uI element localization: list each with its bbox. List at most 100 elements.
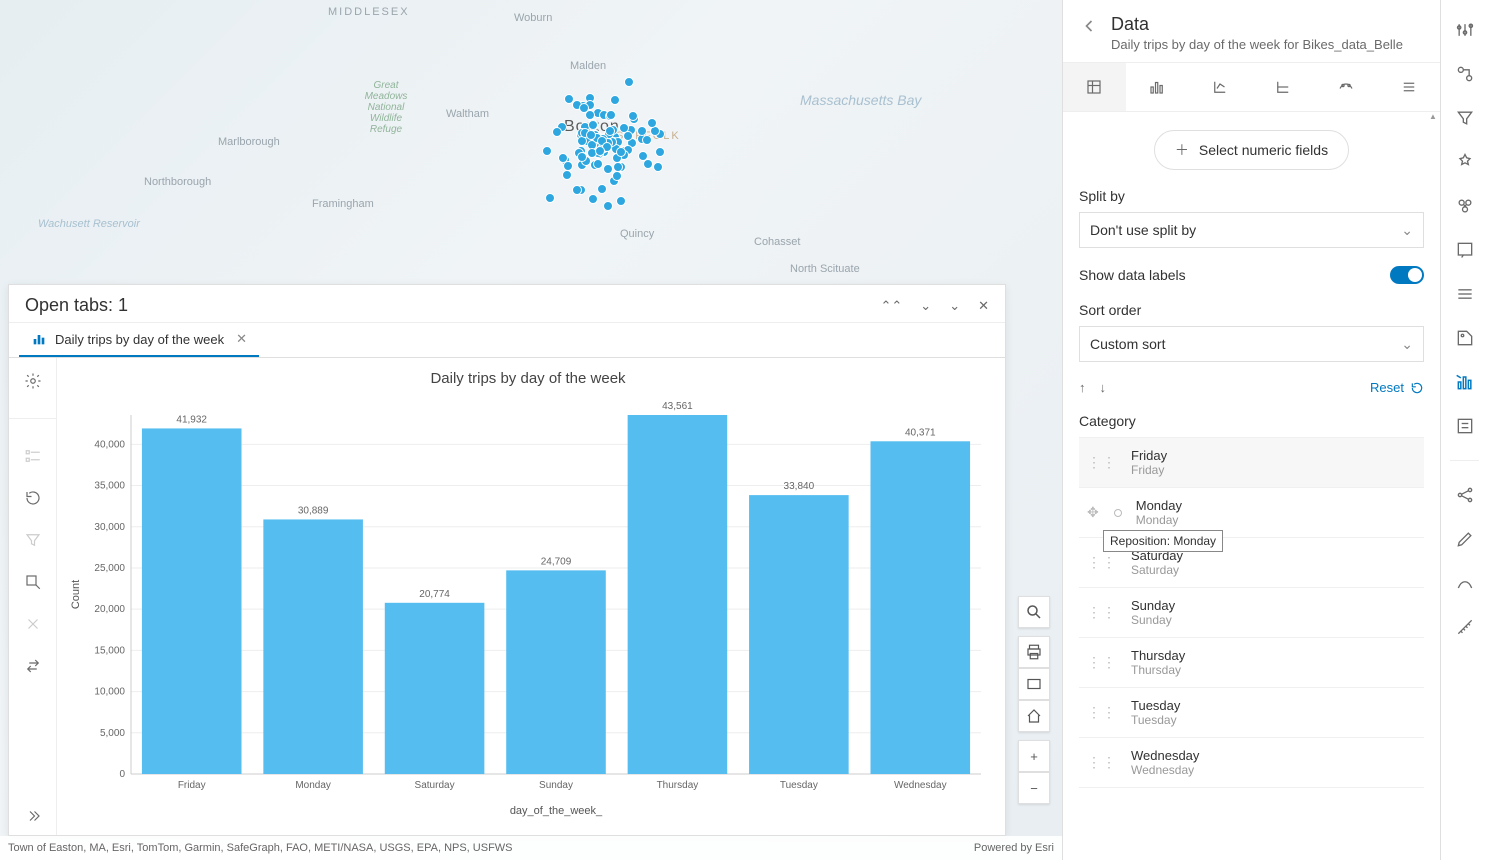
category-name: Thursday: [1131, 648, 1185, 663]
effects-icon[interactable]: [1455, 152, 1475, 172]
svg-text:Saturday: Saturday: [415, 780, 455, 791]
plus-icon: ＋: [1175, 140, 1189, 160]
reset-sort-button[interactable]: Reset: [1370, 380, 1424, 395]
show-data-labels-toggle[interactable]: [1390, 266, 1424, 284]
svg-text:20,000: 20,000: [94, 604, 125, 615]
map-tools: + −: [1018, 596, 1050, 804]
zoom-selection-icon[interactable]: [24, 573, 42, 591]
filter-rail-icon[interactable]: [1455, 108, 1475, 128]
svg-text:30,889: 30,889: [298, 505, 329, 516]
svg-text:30,000: 30,000: [94, 522, 125, 533]
chart-panel: Open tabs: 1 ⌃⌃ ⌄ ⌄ ✕ Daily trips by day…: [8, 284, 1006, 836]
svg-text:Thursday: Thursday: [657, 780, 699, 791]
category-item[interactable]: ⋮⋮ Thursday Thursday: [1079, 638, 1424, 688]
close-panel-icon[interactable]: ✕: [978, 298, 989, 314]
drag-handle-icon[interactable]: ⋮⋮: [1087, 660, 1117, 665]
chart-toolbar: [9, 358, 57, 835]
map-search-button[interactable]: [1018, 596, 1050, 628]
fields-icon[interactable]: [1455, 284, 1475, 304]
panel-title: Data: [1111, 14, 1403, 35]
tab-daily-trips[interactable]: Daily trips by day of the week ✕: [19, 323, 259, 357]
move-down-icon[interactable]: ↓: [1100, 380, 1107, 395]
expand-right-icon[interactable]: [24, 807, 42, 825]
clear-icon[interactable]: [24, 615, 42, 633]
chevron-down-icon[interactable]: ⌄: [920, 298, 931, 314]
panel-tab-data[interactable]: [1063, 63, 1126, 111]
move-up-icon[interactable]: ↑: [1079, 380, 1086, 395]
category-item[interactable]: ⋮⋮ Sunday Sunday: [1079, 588, 1424, 638]
svg-text:Wednesday: Wednesday: [894, 780, 947, 791]
category-item[interactable]: ⋮⋮ Tuesday Tuesday: [1079, 688, 1424, 738]
scroll-up-icon[interactable]: ▲: [1426, 112, 1440, 126]
zoom-in-button[interactable]: +: [1018, 740, 1050, 772]
category-sub: Friday: [1131, 463, 1167, 477]
svg-text:5,000: 5,000: [100, 728, 125, 739]
drag-handle-icon[interactable]: ⋮⋮: [1087, 610, 1117, 615]
map-area[interactable]: MIDDLESEX Woburn Malden Waltham Boston S…: [0, 0, 1062, 860]
panel-tab-general[interactable]: [1377, 63, 1440, 111]
show-data-labels-label: Show data labels: [1079, 267, 1186, 283]
close-tab-icon[interactable]: ✕: [236, 331, 247, 347]
svg-text:41,932: 41,932: [176, 414, 207, 425]
category-name: Sunday: [1131, 598, 1175, 613]
gear-icon[interactable]: [24, 372, 42, 390]
panel-tab-guides[interactable]: [1251, 63, 1314, 111]
svg-text:43,561: 43,561: [662, 401, 693, 412]
back-icon[interactable]: [1079, 16, 1099, 36]
drag-handle-icon[interactable]: ⋮⋮: [1087, 710, 1117, 715]
share-icon[interactable]: [1455, 485, 1475, 505]
chart-title: Daily trips by day of the week: [65, 370, 991, 387]
svg-text:Count: Count: [70, 580, 82, 609]
measure-icon[interactable]: [1455, 617, 1475, 637]
map-attribution-bar: Town of Easton, MA, Esri, TomTom, Garmin…: [0, 836, 1062, 860]
category-sub: Monday: [1136, 513, 1182, 527]
category-item[interactable]: ⋮⋮ Friday Friday: [1079, 438, 1424, 488]
open-tabs-header: Open tabs: 1: [25, 295, 128, 316]
svg-text:35,000: 35,000: [94, 481, 125, 492]
reposition-tooltip: Reposition: Monday: [1103, 530, 1223, 552]
sliders-icon[interactable]: [1455, 20, 1475, 40]
sketch-icon[interactable]: [1455, 573, 1475, 593]
rotate-icon[interactable]: [24, 489, 42, 507]
drag-handle-icon[interactable]: ⋮⋮: [1087, 460, 1117, 465]
bar-chart-icon: [31, 331, 47, 347]
panel-tab-series[interactable]: [1126, 63, 1189, 111]
collapse-up-icon[interactable]: ⌃⌃: [880, 298, 902, 314]
filter-icon[interactable]: [24, 531, 42, 549]
forms-icon[interactable]: [1455, 416, 1475, 436]
aggregate-icon[interactable]: [1455, 196, 1475, 216]
bar-chart[interactable]: 05,00010,00015,00020,00025,00030,00035,0…: [65, 393, 991, 820]
category-name: Wednesday: [1131, 748, 1199, 763]
zoom-out-button[interactable]: −: [1018, 772, 1050, 804]
chevron-down-collapse-icon[interactable]: ⌄: [949, 298, 960, 314]
edit-icon[interactable]: [1455, 529, 1475, 549]
drag-handle-icon[interactable]: ⋮⋮: [1087, 760, 1117, 765]
svg-text:15,000: 15,000: [94, 645, 125, 656]
category-list: Reposition: Monday ⋮⋮ Friday Friday ✥ Mo…: [1079, 437, 1424, 788]
geoprocess-icon[interactable]: [1455, 64, 1475, 84]
panel-tabs: [1063, 62, 1440, 112]
labels-icon[interactable]: [1455, 328, 1475, 348]
sort-order-label: Sort order: [1079, 302, 1424, 318]
sort-order-select[interactable]: Custom sort ⌄: [1079, 326, 1424, 362]
svg-text:Monday: Monday: [295, 780, 331, 791]
map-print-button[interactable]: [1018, 636, 1050, 668]
map-home-button[interactable]: [1018, 700, 1050, 732]
panel-subtitle: Daily trips by day of the week for Bikes…: [1111, 37, 1403, 52]
category-item[interactable]: ⋮⋮ Wednesday Wednesday: [1079, 738, 1424, 788]
drag-handle-icon[interactable]: ✥: [1087, 510, 1100, 515]
chevron-down-icon: ⌄: [1401, 336, 1413, 353]
panel-tab-axis[interactable]: [1189, 63, 1252, 111]
category-name: Monday: [1136, 498, 1182, 513]
map-fullscreen-button[interactable]: [1018, 668, 1050, 700]
select-numeric-fields-button[interactable]: ＋ Select numeric fields: [1154, 130, 1349, 170]
panel-tab-format[interactable]: [1314, 63, 1377, 111]
popup-icon[interactable]: [1455, 240, 1475, 260]
charts-icon[interactable]: [1455, 372, 1475, 392]
split-by-select[interactable]: Don't use split by ⌄: [1079, 212, 1424, 248]
swap-icon[interactable]: [24, 657, 42, 675]
drag-handle-icon[interactable]: ⋮⋮: [1087, 560, 1117, 565]
legend-icon[interactable]: [24, 447, 42, 465]
split-by-value: Don't use split by: [1090, 222, 1196, 238]
right-toolbar: [1440, 0, 1488, 860]
